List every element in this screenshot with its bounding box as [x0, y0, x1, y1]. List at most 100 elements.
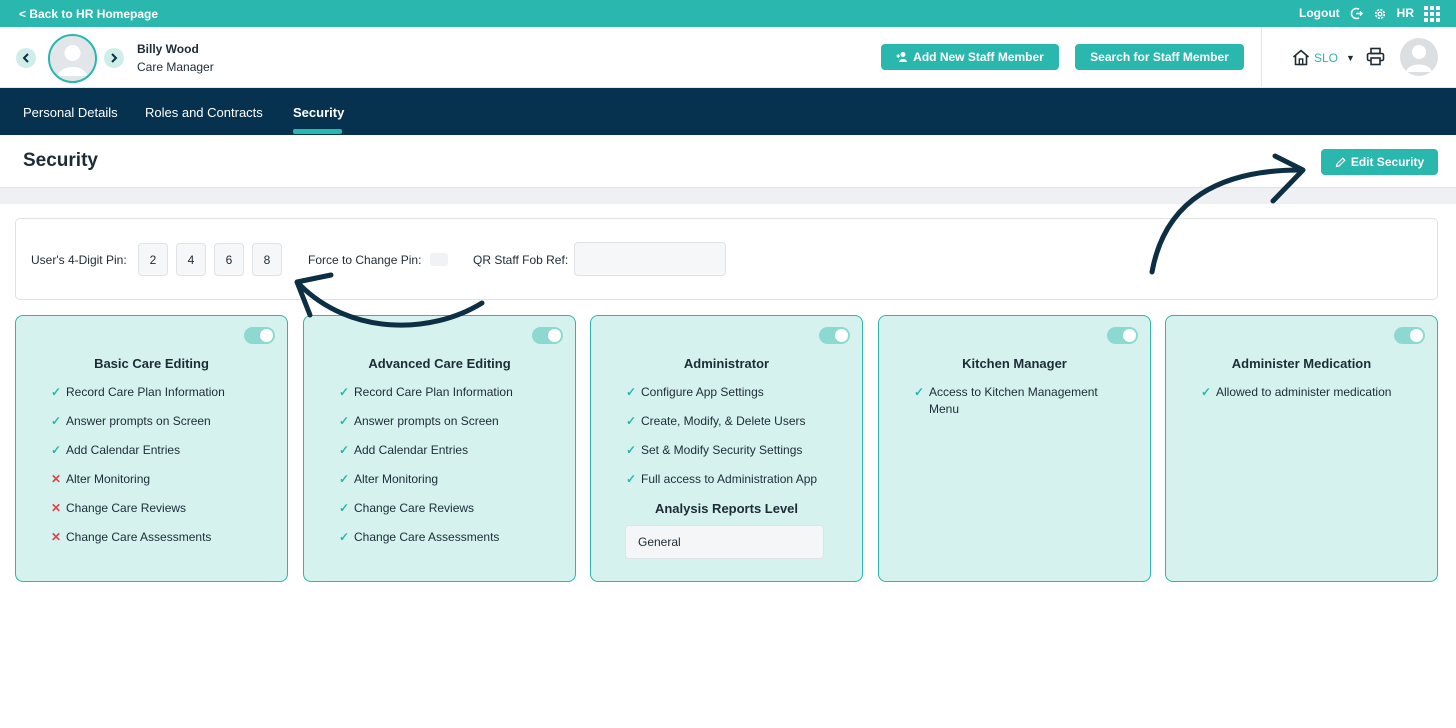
qr-fob-input[interactable]: [574, 242, 726, 276]
permission-label: Record Care Plan Information: [354, 385, 513, 399]
check-icon: ✓: [1200, 385, 1212, 399]
advanced-care-editing-toggle[interactable]: [532, 327, 563, 344]
search-staff-button[interactable]: Search for Staff Member: [1075, 44, 1244, 70]
tab-personal-details[interactable]: Personal Details: [23, 105, 118, 120]
role-card-administrator: Administrator ✓ Configure App Settings ✓ C…: [590, 315, 863, 582]
add-staff-label: Add New Staff Member: [913, 50, 1044, 64]
home-icon: [1292, 49, 1310, 66]
pin-digit-3[interactable]: 6: [214, 243, 244, 276]
basic-care-editing-toggle[interactable]: [244, 327, 275, 344]
gear-icon[interactable]: [1373, 7, 1387, 21]
administer-medication-toggle[interactable]: [1394, 327, 1425, 344]
permission-item: ✓ Record Care Plan Information: [338, 384, 568, 401]
card-title: Kitchen Manager: [962, 356, 1067, 371]
top-bar: < Back to HR Homepage Logout HR: [0, 0, 1456, 27]
user-avatar[interactable]: [1400, 38, 1438, 76]
permission-label: Add Calendar Entries: [66, 443, 181, 457]
cross-icon: ✕: [50, 530, 62, 544]
permission-label: Answer prompts on Screen: [66, 414, 211, 428]
check-icon: ✓: [338, 472, 350, 486]
pin-settings-panel: User's 4-Digit Pin: 2 4 6 8 Force to Cha…: [15, 218, 1438, 300]
permission-label: Access to Kitchen Management Menu: [929, 385, 1098, 416]
grid-icon[interactable]: [1424, 5, 1440, 22]
previous-staff-button[interactable]: [16, 48, 36, 68]
section-tabs: Personal Details Roles and Contracts Sec…: [0, 88, 1456, 135]
staff-header: Billy Wood Care Manager Add New Staff Me…: [0, 27, 1456, 88]
hr-label[interactable]: HR: [1397, 5, 1414, 22]
check-icon: ✓: [625, 472, 637, 486]
tab-roles-and-contracts[interactable]: Roles and Contracts: [145, 105, 263, 120]
page-title: Security: [23, 150, 98, 171]
card-title: Basic Care Editing: [94, 356, 209, 371]
permission-label: Add Calendar Entries: [354, 443, 469, 457]
force-change-pin-label: Force to Change Pin:: [308, 253, 422, 267]
check-icon: ✓: [50, 443, 62, 457]
check-icon: ✓: [50, 414, 62, 428]
edit-security-button[interactable]: Edit Security: [1321, 149, 1438, 175]
permission-label: Alter Monitoring: [354, 472, 439, 486]
toggle-knob: [1410, 329, 1423, 342]
check-icon: ✓: [625, 414, 637, 428]
role-card-administer-medication: Administer Medication ✓ Allowed to admini…: [1165, 315, 1438, 582]
check-icon: ✓: [338, 443, 350, 457]
administrator-toggle[interactable]: [819, 327, 850, 344]
pencil-icon: [1335, 156, 1346, 167]
logout-link[interactable]: Logout: [1299, 5, 1340, 22]
role-card-advanced-care-editing: Advanced Care Editing ✓ Record Care Plan …: [303, 315, 576, 582]
top-bar-actions: Logout HR: [1299, 5, 1440, 22]
toggle-knob: [835, 329, 848, 342]
check-icon: ✓: [338, 530, 350, 544]
permission-item: ✓ Add Calendar Entries: [50, 442, 280, 459]
printer-icon[interactable]: [1366, 47, 1385, 71]
pin-label: User's 4-Digit Pin:: [31, 253, 127, 267]
staff-role: Care Manager: [137, 60, 214, 74]
permission-label: Answer prompts on Screen: [354, 414, 499, 428]
back-to-hr-link[interactable]: < Back to HR Homepage: [19, 7, 158, 21]
permission-item: ✓ Alter Monitoring: [338, 471, 568, 488]
permission-label: Allowed to administer medication: [1216, 385, 1392, 399]
card-title: Advanced Care Editing: [368, 356, 511, 371]
logout-icon[interactable]: [1350, 7, 1363, 20]
reports-level-select[interactable]: General: [625, 525, 824, 559]
permission-label: Change Care Reviews: [66, 501, 187, 515]
location-selector[interactable]: SLO ▼: [1292, 49, 1355, 66]
add-person-icon: [896, 52, 908, 62]
permission-label: Configure App Settings: [641, 385, 764, 399]
permission-item: ✕ Alter Monitoring: [50, 471, 280, 488]
card-title: Administer Medication: [1231, 356, 1372, 371]
section-separator: [0, 187, 1456, 204]
cross-icon: ✕: [50, 472, 62, 486]
staff-name: Billy Wood: [137, 42, 199, 56]
check-icon: ✓: [338, 385, 350, 399]
caret-down-icon: ▼: [1346, 52, 1355, 63]
permission-label: Create, Modify, & Delete Users: [641, 414, 806, 428]
force-change-pin-checkbox[interactable]: [430, 253, 448, 266]
permission-item: ✓ Access to Kitchen Management Menu: [913, 384, 1113, 418]
permission-label: Alter Monitoring: [66, 472, 151, 486]
pin-digit-1[interactable]: 2: [138, 243, 168, 276]
chevron-left-icon: [22, 53, 29, 63]
role-card-basic-care-editing: Basic Care Editing ✓ Record Care Plan Inf…: [15, 315, 288, 582]
permission-label: Set & Modify Security Settings: [641, 443, 803, 457]
toggle-knob: [260, 329, 273, 342]
check-icon: ✓: [625, 385, 637, 399]
tab-security[interactable]: Security: [293, 105, 344, 120]
role-card-kitchen-manager: Kitchen Manager ✓ Access to Kitchen Manag…: [878, 315, 1151, 582]
permission-item: ✓ Full access to Administration App: [625, 471, 855, 488]
add-staff-button[interactable]: Add New Staff Member: [881, 44, 1059, 70]
location-label: SLO: [1314, 50, 1339, 65]
pin-digit-4[interactable]: 8: [252, 243, 282, 276]
card-title: Administrator: [683, 356, 770, 371]
kitchen-manager-toggle[interactable]: [1107, 327, 1138, 344]
permission-item: ✓ Change Care Assessments: [338, 529, 568, 546]
permission-item: ✕ Change Care Assessments: [50, 529, 280, 546]
permission-item: ✓ Allowed to administer medication: [1200, 384, 1430, 401]
permission-item: ✓ Record Care Plan Information: [50, 384, 280, 401]
permission-item: ✓ Add Calendar Entries: [338, 442, 568, 459]
next-staff-button[interactable]: [104, 48, 124, 68]
permission-item: ✓ Answer prompts on Screen: [50, 413, 280, 430]
permission-item: ✓ Answer prompts on Screen: [338, 413, 568, 430]
permission-label: Change Care Assessments: [66, 530, 212, 544]
pin-digit-2[interactable]: 4: [176, 243, 206, 276]
permission-item: ✓ Set & Modify Security Settings: [625, 442, 855, 459]
